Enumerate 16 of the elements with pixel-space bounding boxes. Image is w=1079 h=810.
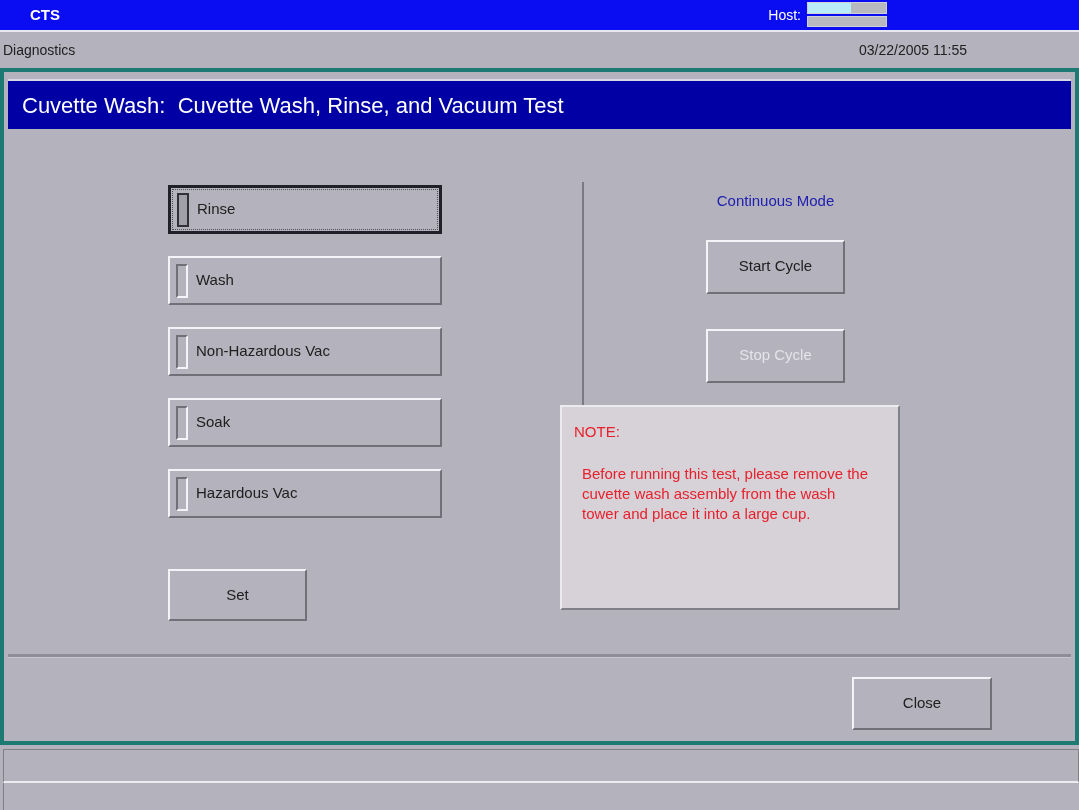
toggle-button[interactable]: Wash (168, 256, 442, 305)
toggle-button[interactable]: Rinse (168, 185, 442, 234)
toggle-button[interactable]: Non-Hazardous Vac (168, 327, 442, 376)
section-label: Diagnostics (3, 40, 76, 60)
cycle-button[interactable]: Start Cycle (706, 239, 845, 294)
dialog-title: Cuvette Wash: Cuvette Wash, Rinse, and Vacuum Test (22, 91, 564, 120)
mode-label: Continuous Mode (716, 191, 835, 211)
host-label: Host: (768, 5, 801, 25)
note-heading: NOTE: (574, 422, 621, 442)
close-button[interactable]: Close (852, 677, 992, 730)
app-title: CTS (30, 4, 60, 25)
toggle-button[interactable]: Hazardous Vac (168, 469, 442, 518)
toggle-button[interactable]: Soak (168, 398, 442, 447)
date-time: 03/22/2005 11:55 (859, 40, 967, 60)
set-button[interactable]: Set (168, 569, 307, 621)
note-text: Before running this test, please remove the cuvette wash assembly from the wash tower and place it into a large cup. (582, 463, 869, 524)
